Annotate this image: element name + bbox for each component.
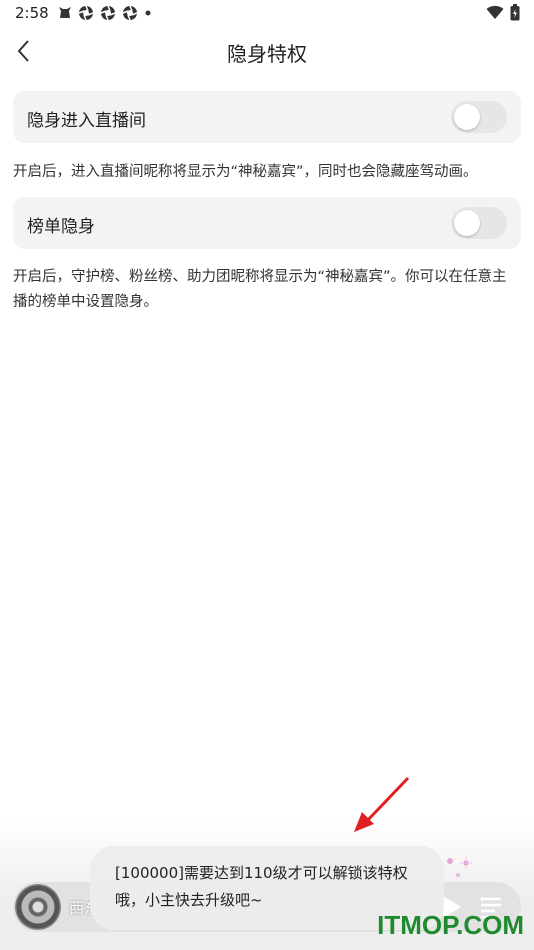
dot-icon: [145, 10, 151, 16]
status-bar: 2:58: [0, 0, 534, 28]
status-time: 2:58: [15, 4, 49, 22]
toggle-knob: [454, 210, 480, 236]
album-disc-icon[interactable]: [15, 884, 61, 930]
aperture-icon: [78, 5, 94, 21]
wifi-icon: [486, 5, 504, 19]
annotation-arrow-icon: [354, 776, 410, 832]
setting-label: 隐身进入直播间: [27, 111, 146, 131]
ranking-stealth-toggle[interactable]: [451, 207, 507, 239]
status-right-icons: [486, 4, 520, 21]
watermark: ITMOP.COM: [377, 910, 524, 940]
setting-row-ranking-stealth: 榜单隐身: [13, 197, 521, 249]
sparkle-icon: [447, 857, 472, 877]
battery-icon: [510, 4, 520, 21]
setting-row-stealth-enter: 隐身进入直播间: [13, 91, 521, 143]
stealth-enter-toggle[interactable]: [451, 101, 507, 133]
page-title: 隐身特权: [227, 42, 307, 66]
setting-label: 榜单隐身: [27, 217, 95, 237]
aperture-icon: [122, 5, 138, 21]
toast-text: [100000]需要达到110级才可以解锁该特权哦，小主快去升级吧~: [115, 864, 408, 909]
header: 隐身特权: [0, 28, 534, 76]
cat-icon: [59, 7, 71, 18]
toggle-knob: [454, 104, 480, 130]
aperture-icon: [100, 5, 116, 21]
setting-description: 开启后，守护榜、粉丝榜、助力团昵称将显示为“神秘嘉宾”。你可以在任意主播的榜单中…: [13, 269, 507, 310]
notification-icons: [58, 5, 152, 21]
setting-description: 开启后，进入直播间昵称将显示为“神秘嘉宾”，同时也会隐藏座驾动画。: [13, 164, 478, 180]
